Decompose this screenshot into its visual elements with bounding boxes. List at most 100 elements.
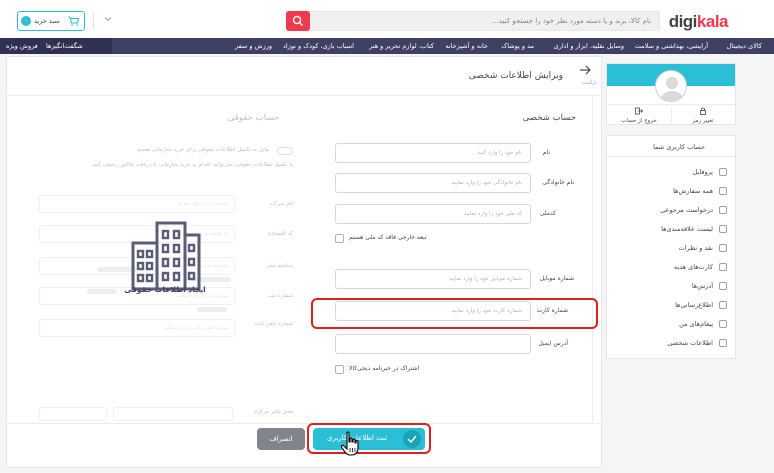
- email-field[interactable]: [335, 334, 531, 354]
- site-header: digikala نام کالا، برند و یا دسته مورد ن…: [0, 0, 774, 38]
- profile-card: تغییر رمز خروج از حساب: [606, 63, 736, 125]
- sidebar-item-messages[interactable]: پیغام‌های من: [615, 318, 727, 332]
- change-password-label: تغییر رمز: [692, 118, 714, 124]
- nav-item-special-sale[interactable]: فروش ویژه: [6, 42, 38, 50]
- change-password-button[interactable]: تغییر رمز: [671, 107, 735, 125]
- cart-count-badge: ۰: [21, 16, 31, 26]
- sidebar-item-notifications[interactable]: اطلاع‌رسانی‌ها: [615, 299, 727, 313]
- personal-account-section: حساب شخصی نام نام خود را وارد کنید نام خ…: [309, 97, 593, 422]
- national-code-field[interactable]: کد ملی خود را وارد نمایید: [335, 204, 531, 224]
- nav-item-amazing[interactable]: شگفت‌انگیزها: [46, 42, 83, 50]
- province-select[interactable]: [113, 407, 233, 421]
- mail-icon: [719, 320, 727, 328]
- nav-item-beauty[interactable]: آرایشی، بهداشتی و سلامت: [635, 42, 708, 50]
- cart-label: سبد خرید: [34, 17, 60, 25]
- nav-promos: فروش ویژه شگفت‌انگیزها: [0, 38, 112, 54]
- nav-item-fashion[interactable]: مد و پوشاک: [501, 42, 534, 50]
- legal-description: با تکمیل اطلاعات حقوقی، می‌توانید اقدام …: [92, 162, 293, 168]
- first-name-field[interactable]: نام خود را وارد کنید: [335, 143, 531, 163]
- last-name-field[interactable]: نام خانوادگی خود را وارد نمایید: [335, 173, 531, 193]
- edit-profile-card: بازگشت ویرایش اطلاعات شخصی حساب شخصی نام…: [6, 56, 602, 468]
- search-button[interactable]: [286, 11, 310, 31]
- sidebar-item-reviews[interactable]: نقد و نظرات: [615, 242, 727, 256]
- sidebar-item-addresses[interactable]: آدرس‌ها: [615, 280, 727, 294]
- account-menu: حساب کاربری شما پروفایل همه سفارش‌ها درخ…: [606, 135, 736, 359]
- user-icon: [719, 168, 727, 176]
- header-divider: [93, 13, 94, 29]
- nav-item-toys[interactable]: اسباب بازی، کودک و نوزاد: [283, 42, 354, 50]
- sidebar-item-returns[interactable]: درخواست مرجوعی: [615, 204, 727, 218]
- logout-label: خروج از حساب: [621, 118, 657, 124]
- title-divider: [7, 95, 601, 96]
- sidebar-item-profile[interactable]: پروفایل: [615, 166, 727, 180]
- avatar[interactable]: [655, 70, 687, 102]
- back-caption: بازگشت: [581, 81, 597, 86]
- cart-icon: [68, 16, 79, 26]
- cart-button[interactable]: ۰ سبد خرید: [17, 11, 85, 31]
- registration-label: شماره ثبت: [267, 293, 293, 299]
- location-icon: [719, 282, 727, 290]
- arrow-right-icon: [580, 65, 591, 75]
- company-name-label: نام شرکت: [268, 201, 293, 207]
- foreign-national-row[interactable]: تبعه خارجی فاقد کد ملی هستم: [335, 233, 531, 243]
- foreign-national-label: تبعه خارجی فاقد کد ملی هستم: [349, 234, 427, 241]
- id-card-icon: [719, 339, 727, 347]
- bag-icon: [719, 187, 727, 195]
- building-icon: [131, 221, 201, 291]
- nav-item-vehicles[interactable]: وسایل نقلیه، ابزار و اداری: [554, 42, 624, 50]
- national-code-label: کدملی: [539, 210, 556, 217]
- heart-icon: [719, 225, 727, 233]
- legal-toggle-label: مایل به تکمیل اطلاعات حقوقی برای خرید سا…: [137, 147, 269, 153]
- nav-item-home[interactable]: خانه و آشپزخانه: [445, 42, 488, 50]
- national-id-label: شناسه ملی: [266, 263, 293, 269]
- submit-button[interactable]: ثبت اطلاعات کاربری: [313, 428, 425, 450]
- decor-stripe: [87, 289, 117, 294]
- logout-icon: [635, 107, 644, 115]
- sidebar-item-personal-info[interactable]: اطلاعات شخصی: [615, 337, 727, 351]
- search-placeholder: نام کالا، برند و یا دسته مورد نظر خود را…: [491, 17, 651, 25]
- search-icon: [292, 15, 303, 26]
- chevron-down-icon[interactable]: [104, 15, 112, 23]
- sidebar-item-gift-cards[interactable]: کارت‌های هدیه: [615, 261, 727, 275]
- card-number-highlight: [311, 298, 598, 329]
- comment-icon: [719, 244, 727, 252]
- economic-code-label: کد اقتصادی: [266, 231, 293, 237]
- last-name-label: نام خانوادگی: [542, 179, 574, 186]
- office-location-label: محل دفتر مرکزی: [253, 409, 293, 415]
- create-legal-info-link[interactable]: ایجاد اطلاعات حقوقی: [119, 285, 211, 294]
- landline-field[interactable]: شماره تلفن ثابت را وارد نمایید: [39, 319, 235, 337]
- decor-stripe: [197, 307, 227, 312]
- nav-item-digital[interactable]: کالای دیجیتال: [727, 42, 762, 50]
- foreign-national-checkbox[interactable]: [335, 234, 344, 243]
- page-title: ویرایش اطلاعات شخصی: [468, 71, 563, 81]
- lock-icon: [700, 107, 706, 115]
- legal-toggle-switch[interactable]: [277, 147, 293, 155]
- mobile-field[interactable]: شماره موبایل خود را وارد نمایید: [335, 269, 531, 289]
- sidebar-item-orders[interactable]: همه سفارش‌ها: [615, 185, 727, 199]
- bell-icon: [719, 301, 727, 309]
- landline-label: شماره تلفن ثابت: [254, 321, 293, 327]
- newsletter-label: اشتراک در خبرنامه دیجی‌کالا: [349, 365, 420, 372]
- category-nav: کالای دیجیتال آرایشی، بهداشتی و سلامت وس…: [0, 38, 774, 54]
- first-name-label: نام: [542, 149, 550, 156]
- newsletter-checkbox[interactable]: [335, 365, 344, 374]
- mobile-label: شماره موبایل: [539, 275, 574, 282]
- newsletter-row[interactable]: اشتراک در خبرنامه دیجی‌کالا: [335, 364, 531, 374]
- cancel-button[interactable]: انصراف: [257, 428, 305, 450]
- personal-section-title: حساب شخصی: [522, 113, 576, 123]
- search-input[interactable]: نام کالا، برند و یا دسته مورد نظر خود را…: [286, 11, 660, 31]
- city-select[interactable]: [39, 407, 107, 421]
- return-icon: [719, 206, 727, 214]
- check-icon: [403, 430, 421, 448]
- email-label: آدرس ایمیل: [538, 340, 568, 347]
- logout-button[interactable]: خروج از حساب: [607, 107, 671, 125]
- sidebar-item-favorites[interactable]: لیست علاقه‌مندی‌ها: [615, 223, 727, 237]
- nav-item-books[interactable]: کتاب، لوازم تحریر و هنر: [369, 42, 434, 50]
- digikala-logo[interactable]: digikala: [669, 12, 729, 32]
- gift-card-icon: [719, 263, 727, 271]
- profile-actions: تغییر رمز خروج از حساب: [607, 104, 735, 124]
- hand-cursor-icon: [340, 431, 359, 456]
- legal-section-title: حساب حقوقی: [227, 113, 279, 123]
- nav-item-sports[interactable]: ورزش و سفر: [235, 42, 272, 50]
- account-menu-title: حساب کاربری شما: [653, 143, 705, 151]
